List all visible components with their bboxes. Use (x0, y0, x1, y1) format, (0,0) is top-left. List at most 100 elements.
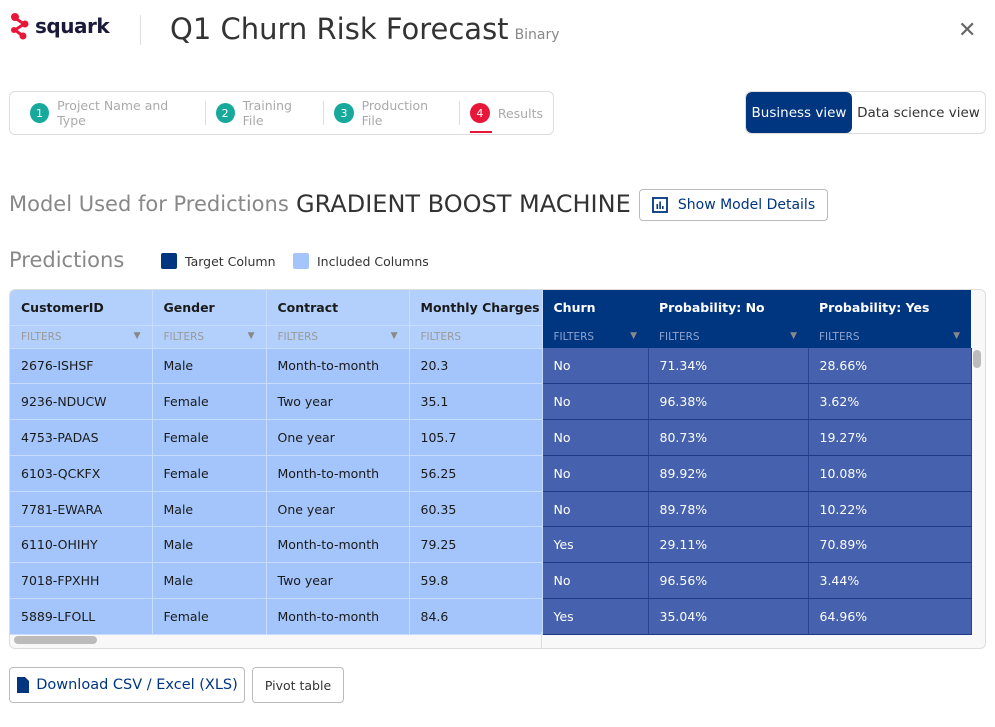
show-model-details-label: Show Model Details (677, 197, 816, 213)
step-number: 3 (334, 103, 354, 123)
close-icon[interactable]: ✕ (958, 18, 976, 43)
table-cell: 10.08% (808, 455, 972, 492)
chevron-down-icon[interactable]: ▼ (953, 331, 960, 341)
step-3[interactable]: 3 Production File (323, 98, 458, 128)
table-cell: Month-to-month (266, 348, 410, 385)
table-row: 7018-FPXHH Male Two year 59.8 No 96.56% 3.44% (10, 562, 972, 600)
table-row: 9236-NDUCW Female Two year 35.1 No 96.38% 3.62… (10, 383, 972, 421)
step-label: Project Name and Type (57, 98, 169, 128)
bar-chart-icon (651, 197, 668, 213)
step-1[interactable]: 1 Project Name and Type (20, 98, 205, 128)
horizontal-scrollbar[interactable] (14, 636, 97, 644)
legend-label: Target Column (185, 253, 276, 269)
chevron-down-icon[interactable]: ▼ (391, 331, 398, 341)
table-cell: 35.04% (648, 598, 809, 635)
step-number: 4 (469, 103, 490, 123)
table-cell: Male (152, 526, 267, 564)
column-header[interactable]: Churn (542, 290, 648, 325)
table-cell: 56.25 (409, 455, 543, 492)
table-cell: 35.1 (409, 383, 543, 421)
model-label: Model Used for Predictions (9, 192, 289, 216)
column-filter[interactable]: FILTERS (409, 325, 543, 349)
column-filter[interactable]: FILTERS ▼ (10, 325, 153, 349)
table-cell: Female (152, 383, 267, 421)
data-science-view-button[interactable]: Data science view (852, 92, 985, 133)
table-cell: 80.73% (648, 419, 809, 456)
table-cell: No (542, 562, 649, 600)
filter-placeholder: FILTERS (21, 330, 62, 343)
table-row: 7781-EWARA Male One year 60.35 No 89.78% 10.22… (10, 491, 972, 528)
divider (541, 632, 542, 648)
filter-placeholder: FILTERS (420, 330, 462, 343)
column-filter[interactable]: FILTERS ▼ (808, 325, 971, 348)
column-header[interactable]: Probability: Yes (808, 290, 971, 325)
wizard-steps: 1 Project Name and Type 2 Training File 3 Pro… (9, 91, 554, 135)
table-cell: Male (152, 491, 267, 528)
step-label: Production File (361, 98, 429, 128)
table-cell: 105.7 (409, 419, 543, 456)
legend-swatch (161, 253, 177, 269)
column-header[interactable]: Monthly Charges (409, 290, 543, 326)
filter-placeholder: FILTERS (553, 330, 595, 343)
table-cell: 2676-ISHSF (10, 348, 153, 385)
column-header[interactable]: Gender (152, 290, 267, 326)
table-cell: 59.8 (409, 562, 543, 600)
pivot-table-button[interactable]: Pivot table (252, 667, 344, 703)
table-cell: Male (152, 562, 267, 600)
column-filter[interactable]: FILTERS ▼ (266, 325, 410, 349)
view-toggle: Business view Data science view (745, 91, 986, 134)
chevron-down-icon[interactable]: ▼ (630, 331, 637, 341)
table-cell: 79.25 (409, 526, 543, 564)
table-cell: Month-to-month (266, 455, 410, 492)
table-cell: No (542, 383, 649, 421)
table-cell: 71.34% (648, 348, 809, 385)
column-filter[interactable]: FILTERS ▼ (152, 325, 267, 349)
table-cell: One year (266, 419, 410, 456)
chevron-down-icon[interactable]: ▼ (790, 331, 797, 341)
column-header[interactable]: Contract (266, 290, 410, 326)
table-cell: Female (152, 419, 267, 456)
legend-label: Included Columns (317, 253, 429, 269)
step-label: Results (497, 105, 543, 121)
table-cell: One year (266, 491, 410, 528)
model-name: GRADIENT BOOST MACHINE (296, 190, 631, 218)
filter-placeholder: FILTERS (659, 330, 700, 343)
table-cell: Female (152, 598, 267, 635)
table-row: 2676-ISHSF Male Month-to-month 20.3 No 71.34%… (10, 348, 972, 385)
table-cell: 84.6 (409, 598, 543, 635)
vertical-scrollbar[interactable] (973, 350, 981, 368)
table-cell: 89.92% (648, 455, 809, 492)
table-cell: 4753-PADAS (10, 419, 153, 456)
step-2[interactable]: 2 Training File (204, 98, 324, 128)
step-4[interactable]: 4 Results (458, 101, 553, 133)
table-row: 5889-LFOLL Female Month-to-month 84.6 Yes 35.… (10, 598, 972, 635)
table-cell: 3.44% (808, 562, 972, 600)
table-cell: Male (152, 348, 267, 385)
business-view-button[interactable]: Business view (746, 92, 852, 133)
table-row: 6110-OHIHY Male Month-to-month 79.25 Yes 29.1… (10, 526, 972, 564)
download-csv-button[interactable]: Download CSV / Excel (XLS) (9, 667, 245, 703)
squark-logo: squark (9, 12, 110, 40)
table-cell: 5889-LFOLL (10, 598, 153, 635)
table-cell: No (542, 455, 649, 492)
chevron-down-icon[interactable]: ▼ (134, 331, 141, 341)
logo-text: squark (35, 14, 110, 38)
table-cell: 70.89% (808, 526, 972, 564)
chevron-down-icon[interactable]: ▼ (248, 331, 255, 341)
column-filter[interactable]: FILTERS ▼ (542, 325, 648, 348)
table-cell: No (542, 348, 649, 385)
predictions-title: Predictions (9, 248, 125, 272)
column-header[interactable]: Probability: No (648, 290, 808, 325)
filter-placeholder: FILTERS (163, 330, 205, 343)
step-label: Training File (242, 98, 292, 128)
table-cell: Yes (542, 526, 649, 564)
filter-placeholder: FILTERS (819, 330, 860, 343)
table-cell: No (542, 491, 649, 528)
divider (140, 15, 141, 45)
column-header[interactable]: CustomerID (10, 290, 153, 326)
table-cell: 19.27% (808, 419, 972, 456)
show-model-details-button[interactable]: Show Model Details (639, 189, 828, 221)
column-filter[interactable]: FILTERS ▼ (648, 325, 808, 348)
table-row: 4753-PADAS Female One year 105.7 No 80.73% 19.… (10, 419, 972, 456)
page-title: Q1 Churn Risk Forecast Binary (170, 12, 560, 46)
